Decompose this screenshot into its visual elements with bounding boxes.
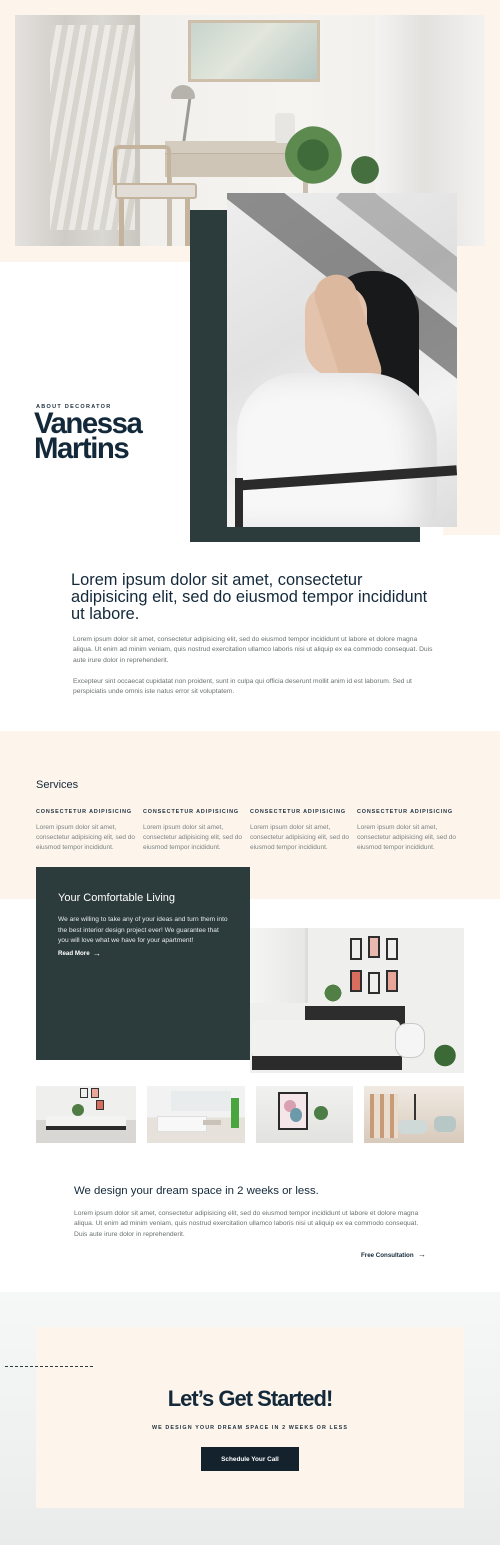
wall-frame — [368, 972, 380, 994]
cta-subheading: WE DESIGN YOUR DREAM SPACE IN 2 WEEKS OR… — [151, 1425, 349, 1431]
wall-frame — [386, 970, 398, 992]
portrait-shirt — [237, 373, 437, 527]
gallery-thumbnail[interactable] — [147, 1086, 245, 1143]
design-paragraph: Lorem ipsum dolor sit amet, consectetur … — [74, 1210, 419, 1238]
bed-mattress — [252, 1020, 400, 1058]
living-text: We are willing to take any of your ideas… — [58, 916, 228, 944]
plant-icon — [425, 1038, 464, 1073]
wall-frame — [350, 938, 362, 960]
portrait-chair-leg — [235, 478, 243, 527]
window — [250, 928, 308, 1003]
chair-seat — [115, 183, 197, 199]
services-heading: Services — [36, 779, 79, 791]
living-heading: Your Comfortable Living — [58, 892, 175, 904]
wall-frame — [350, 970, 362, 992]
chair — [395, 1023, 425, 1058]
kitchen-island — [157, 1116, 207, 1132]
wall-frame — [96, 1100, 104, 1110]
art-shape — [290, 1108, 302, 1122]
service-heading: CONSECTETUR ADIPISICING — [143, 809, 239, 815]
gallery-thumbnail[interactable] — [364, 1086, 464, 1143]
arrow-right-icon[interactable]: → — [93, 949, 101, 958]
kitchen-cabinets — [171, 1091, 231, 1111]
green-accent — [231, 1098, 239, 1128]
service-text: Lorem ipsum dolor sit amet, consectetur … — [143, 824, 243, 851]
chair-back — [113, 145, 171, 185]
plant-icon — [314, 1106, 328, 1120]
free-consultation-link[interactable]: Free Consultation — [361, 1252, 414, 1259]
bedroom-image — [250, 928, 464, 1073]
intro-heading: Lorem ipsum dolor sit amet, consectetur … — [71, 571, 428, 623]
cta-card — [36, 1327, 464, 1508]
service-text: Lorem ipsum dolor sit amet, consectetur … — [250, 824, 350, 851]
stool — [203, 1120, 221, 1125]
wall-frame — [368, 936, 380, 958]
arrow-right-icon[interactable]: → — [418, 1250, 426, 1259]
plant-icon — [72, 1104, 84, 1116]
cta-heading: Let’s Get Started! — [167, 1386, 334, 1411]
armchair — [434, 1116, 456, 1132]
plant-icon — [320, 980, 346, 1006]
name-line-2: Martins — [34, 432, 130, 465]
plant-icon — [335, 145, 395, 195]
read-more-link[interactable]: Read More — [58, 950, 90, 957]
chair-leg — [119, 199, 124, 246]
gallery-thumbnail[interactable] — [36, 1086, 136, 1143]
wall-frame — [91, 1088, 99, 1098]
dashed-divider — [5, 1366, 93, 1367]
intro-paragraph: Lorem ipsum dolor sit amet, consectetur … — [73, 636, 433, 664]
bed-frame — [252, 1056, 402, 1070]
service-heading: CONSECTETUR ADIPISICING — [250, 809, 346, 815]
wall-painting — [188, 20, 320, 82]
wall-frame — [80, 1088, 88, 1098]
shelf — [370, 1094, 398, 1138]
design-heading: We design your dream space in 2 weeks or… — [74, 1185, 319, 1197]
desk-lamp-icon — [171, 85, 195, 99]
service-text: Lorem ipsum dolor sit amet, consectetur … — [357, 824, 457, 851]
service-text: Lorem ipsum dolor sit amet, consectetur … — [36, 824, 136, 851]
sofa — [398, 1120, 428, 1134]
decorator-portrait-image — [227, 193, 457, 527]
intro-paragraph: Excepteur sint occaecat cupidatat non pr… — [73, 678, 412, 696]
schedule-call-button[interactable]: Schedule Your Call — [201, 1447, 299, 1471]
bed — [46, 1116, 126, 1130]
wall-frame — [386, 938, 398, 960]
service-heading: CONSECTETUR ADIPISICING — [357, 809, 453, 815]
decorator-name: Vanessa Martins — [34, 409, 181, 465]
gallery-thumbnail[interactable] — [256, 1086, 353, 1143]
service-heading: CONSECTETUR ADIPISICING — [36, 809, 132, 815]
